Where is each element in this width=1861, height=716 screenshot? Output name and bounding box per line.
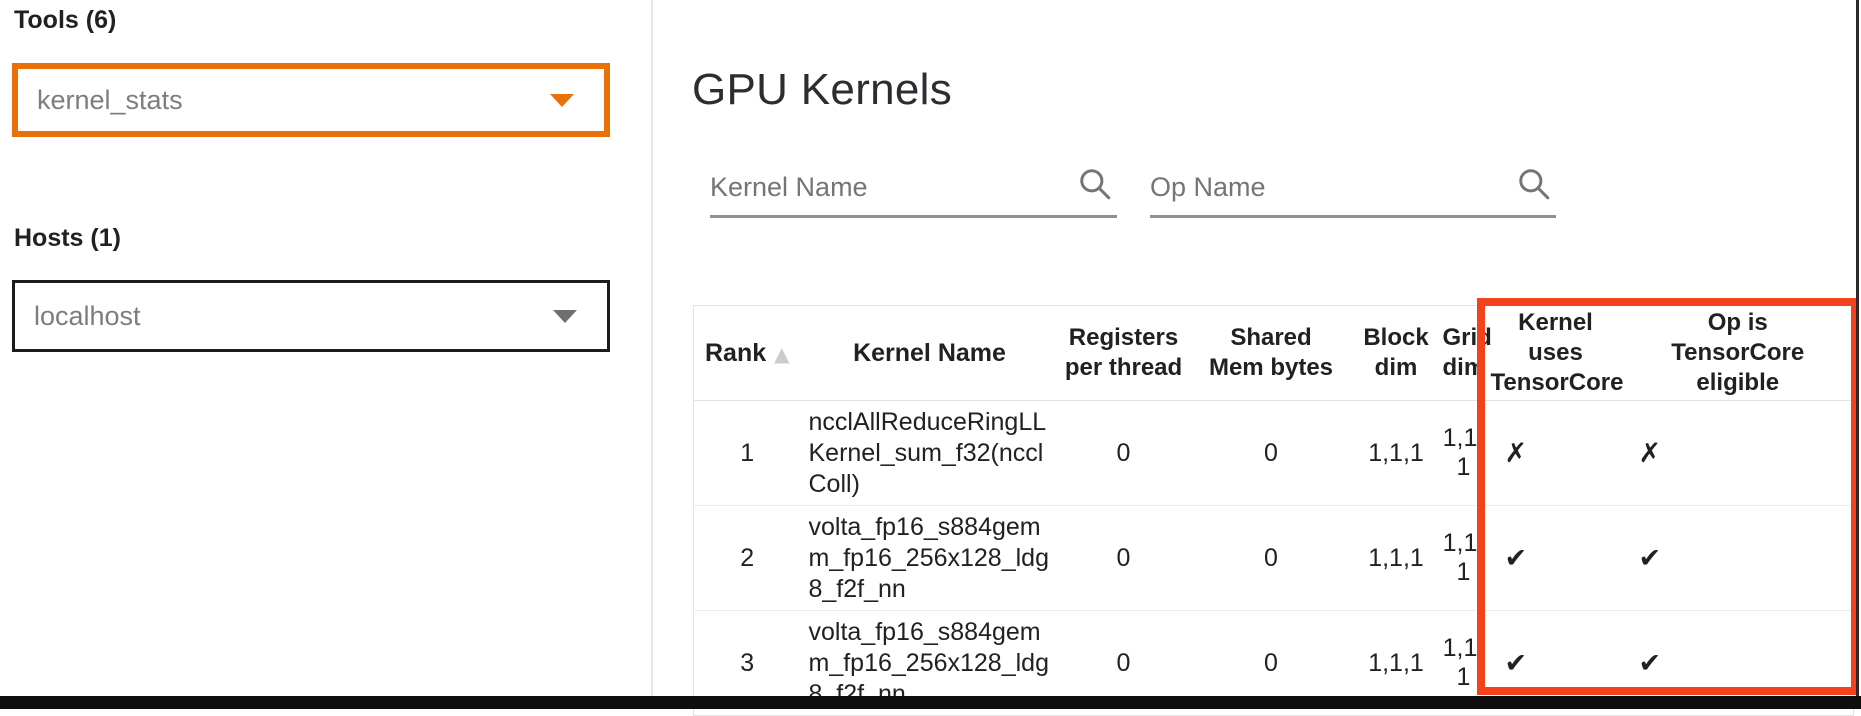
column-header-op-is-tensorcore-eligible[interactable]: Op is TensorCore eligible [1623, 306, 1854, 401]
tools-count-label: Tools (6) [14, 6, 116, 35]
cell-grid-dim: 1,1,1 [1439, 506, 1489, 611]
column-header-kernel-uses-tensorcore[interactable]: Kernel uses TensorCore [1489, 306, 1623, 401]
kernel-name-input[interactable] [710, 166, 1071, 208]
kernel-name-filter[interactable] [710, 160, 1117, 218]
cell-block-dim: 1,1,1 [1354, 506, 1439, 611]
page-title: GPU Kernels [692, 65, 952, 115]
column-header-registers-per-thread[interactable]: Registers per thread [1059, 306, 1189, 401]
cell-op-is-tensorcore-eligible: ✔ [1623, 506, 1854, 611]
sort-ascending-icon: ▲ [774, 342, 789, 366]
bottom-border-bar [0, 696, 1861, 709]
column-header-rank-label: Rank [705, 339, 766, 367]
table-row: 1 ncclAllReduceRingLLKernel_sum_f32(nccl… [694, 401, 1854, 506]
cell-shared-mem-bytes: 0 [1189, 506, 1354, 611]
hosts-dropdown[interactable]: localhost [12, 280, 610, 352]
table-row: 2 volta_fp16_s884gemm_fp16_256x128_ldg8_… [694, 506, 1854, 611]
cell-kernel-uses-tensorcore: ✔ [1489, 506, 1623, 611]
column-header-shared-mem-bytes[interactable]: Shared Mem bytes [1189, 306, 1354, 401]
column-header-kernel-name[interactable]: Kernel Name [801, 306, 1059, 401]
op-name-input[interactable] [1150, 166, 1510, 208]
column-header-rank[interactable]: Rank ▲ [694, 306, 801, 401]
tools-dropdown[interactable]: kernel_stats [12, 63, 610, 137]
cell-shared-mem-bytes: 0 [1189, 401, 1354, 506]
cell-registers-per-thread: 0 [1059, 506, 1189, 611]
column-header-grid-dim[interactable]: Grid dim [1439, 306, 1489, 401]
table-header-row: Rank ▲ Kernel Name Registers per thread S… [694, 306, 1854, 401]
triangle-down-icon [550, 94, 574, 107]
search-icon [1077, 166, 1113, 202]
gpu-kernels-table: Rank ▲ Kernel Name Registers per thread S… [693, 305, 1854, 716]
column-header-block-dim[interactable]: Block dim [1354, 306, 1439, 401]
cell-kernel-name: ncclAllReduceRingLLKernel_sum_f32(ncclCo… [801, 401, 1059, 506]
cell-rank: 2 [694, 506, 801, 611]
cell-kernel-name: volta_fp16_s884gemm_fp16_256x128_ldg8_f2… [801, 506, 1059, 611]
hosts-dropdown-value: localhost [34, 301, 141, 332]
window-right-edge [1856, 0, 1859, 696]
search-icon [1516, 166, 1552, 202]
cell-kernel-uses-tensorcore: ✗ [1489, 401, 1623, 506]
triangle-down-icon [553, 310, 577, 323]
cell-rank: 1 [694, 401, 801, 506]
sidebar-divider [651, 0, 653, 697]
cell-grid-dim: 1,1,1 [1439, 401, 1489, 506]
cell-block-dim: 1,1,1 [1354, 401, 1439, 506]
cell-registers-per-thread: 0 [1059, 401, 1189, 506]
op-name-filter[interactable] [1150, 160, 1556, 218]
cell-op-is-tensorcore-eligible: ✗ [1623, 401, 1854, 506]
hosts-count-label: Hosts (1) [14, 224, 121, 253]
tools-dropdown-value: kernel_stats [37, 85, 183, 116]
